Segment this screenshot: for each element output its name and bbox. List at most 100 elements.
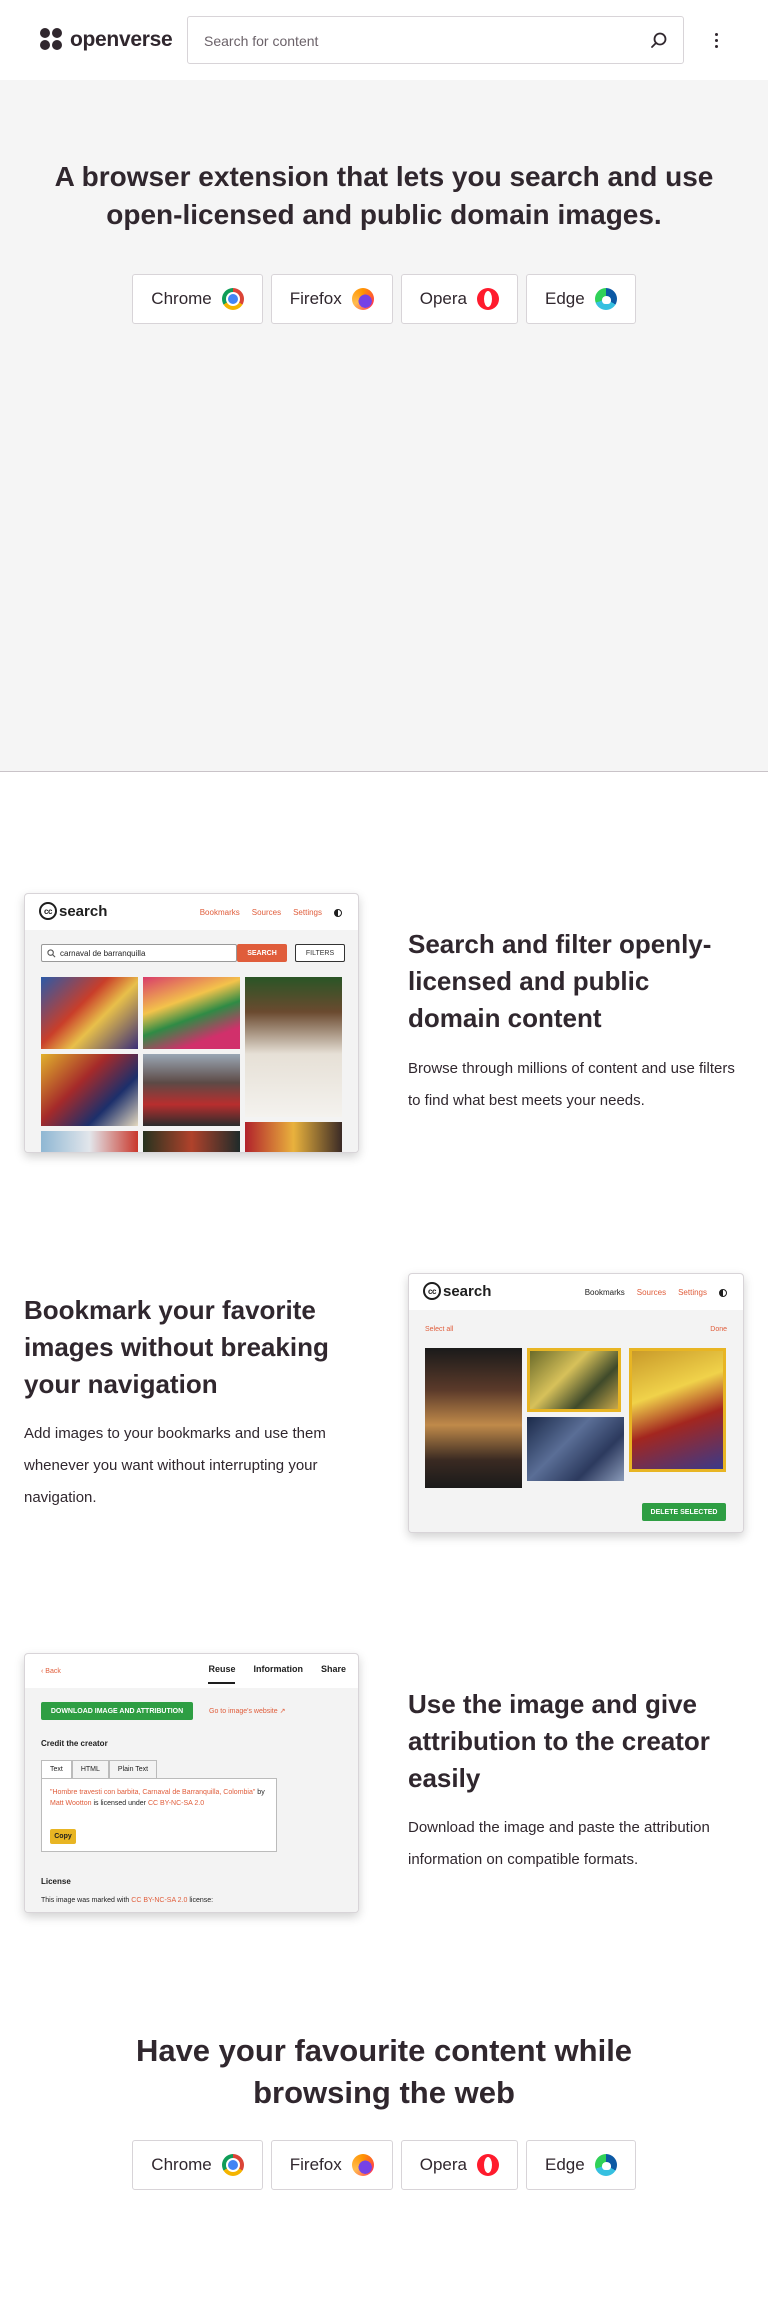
edge-label: Edge (544, 289, 585, 308)
result-image (245, 1122, 342, 1152)
chrome-button[interactable]: Chrome (132, 2140, 263, 2190)
delete-selected-button: DELETE SELECTED (642, 1503, 726, 1521)
select-all-link: Select all (425, 1326, 454, 1333)
edge-icon (594, 2154, 617, 2176)
attribution-title: "Hombre travesti con barbita, Carnaval d… (50, 1789, 256, 1796)
result-image (41, 977, 138, 1049)
bookmarked-image (527, 1417, 624, 1481)
edge-button[interactable]: Edge (525, 274, 636, 324)
hero-title: A browser extension that lets you search… (54, 161, 714, 230)
copy-button: Copy (50, 1829, 76, 1844)
search-input[interactable] (204, 31, 624, 51)
search-icon[interactable] (649, 31, 669, 51)
mini-nav: Bookmarks Sources Settings (200, 908, 342, 917)
feature-attribution-title: Use the image and give attribution to th… (408, 1689, 710, 1793)
logo-text: openverse (70, 28, 173, 51)
credit-heading: Credit the creator (41, 1739, 108, 1748)
chrome-label: Chrome (151, 2155, 212, 2174)
site-header: openverse (0, 0, 768, 80)
mini-search-button: SEARCH (237, 944, 287, 962)
result-image (41, 1131, 138, 1152)
more-menu-icon[interactable] (706, 26, 726, 54)
feature-bookmark-description: Add images to your bookmarks and use the… (24, 1425, 326, 1506)
cc-logo-text: search (443, 1282, 492, 1300)
nav-settings: Settings (293, 908, 322, 917)
format-tab-html: HTML (71, 1760, 109, 1779)
chrome-button[interactable]: Chrome (132, 274, 263, 324)
back-link: ‹ Back (41, 1668, 61, 1675)
cc-search-logo: cc search (39, 902, 107, 920)
website-link: Go to image's website ↗ (209, 1708, 286, 1715)
mini-nav: Bookmarks Sources Settings (585, 1288, 727, 1297)
firefox-label: Firefox (289, 289, 342, 308)
feature-bookmark-title: Bookmark your favorite images without br… (24, 1295, 329, 1399)
nav-sources: Sources (636, 1288, 667, 1297)
hero-section: A browser extension that lets you search… (0, 80, 768, 772)
attribution-box: "Hombre travesti con barbita, Carnaval d… (41, 1778, 277, 1852)
openverse-logo[interactable]: openverse (40, 27, 173, 53)
opera-button[interactable]: Opera (400, 2140, 518, 2190)
bookmarked-image-selected (527, 1348, 621, 1412)
firefox-label: Firefox (289, 2155, 342, 2174)
license-text-post: license: (187, 1897, 214, 1904)
feature-search-title: Search and filter openly-licensed and pu… (408, 929, 712, 1033)
result-image (245, 977, 342, 1117)
search-bar (187, 16, 684, 64)
firefox-button[interactable]: Firefox (270, 274, 393, 324)
format-tab-plain: Plain Text (108, 1760, 158, 1779)
tab-share: Share (320, 1664, 346, 1674)
openverse-logo-icon (40, 28, 64, 52)
mini-search-field: carnaval de barranquilla (41, 944, 237, 962)
opera-label: Opera (419, 2155, 467, 2174)
bookmarks-screenshot: cc search Bookmarks Sources Settings Sele… (408, 1273, 744, 1533)
attribution-author: Matt Wootton (50, 1800, 92, 1807)
format-tabs: Text HTML Plain Text (41, 1760, 158, 1779)
chrome-icon (221, 288, 244, 310)
cta-browser-buttons: Chrome Firefox Opera Edge (0, 2140, 768, 2190)
license-text: This image was marked with CC BY-NC-SA 2… (41, 1897, 213, 1904)
result-image (143, 1054, 240, 1126)
contrast-icon (719, 1288, 727, 1297)
chrome-label: Chrome (151, 289, 212, 308)
mini-filters-button: FILTERS (295, 944, 345, 962)
opera-label: Opera (419, 289, 467, 308)
cc-logo-text: search (59, 902, 108, 920)
chrome-icon (221, 2154, 244, 2176)
opera-button[interactable]: Opera (400, 274, 518, 324)
nav-bookmarks: Bookmarks (199, 908, 240, 917)
nav-bookmarks: Bookmarks (584, 1288, 625, 1297)
mini-query: carnaval de barranquilla (60, 949, 146, 958)
opera-icon (476, 288, 499, 310)
attribution-screenshot: ‹ Back Reuse Information Share DOWNLOAD … (24, 1653, 359, 1913)
edge-icon (594, 288, 617, 310)
tab-information: Information (253, 1664, 303, 1674)
license-text-pre: This image was marked with (41, 1897, 132, 1904)
nav-settings: Settings (678, 1288, 707, 1297)
cc-icon: cc (39, 902, 57, 920)
result-image (143, 977, 240, 1049)
feature-search-description: Browse through millions of content and u… (408, 1060, 735, 1109)
bookmarked-image (425, 1348, 522, 1488)
feature-attribution-description: Download the image and paste the attribu… (408, 1819, 710, 1868)
firefox-icon (351, 288, 374, 310)
result-image (41, 1054, 138, 1126)
bookmarked-image-selected (629, 1348, 726, 1472)
attribution-licensed: is licensed under (91, 1800, 148, 1807)
license-name: CC BY-NC-SA 2.0 (131, 1897, 188, 1904)
edge-button[interactable]: Edge (525, 2140, 636, 2190)
detail-tabs: Reuse Information Share (208, 1664, 346, 1684)
firefox-icon (351, 2154, 374, 2176)
license-heading: License (41, 1877, 71, 1886)
contrast-icon (334, 908, 342, 917)
website-link-label: Go to image's website (209, 1708, 278, 1715)
cc-search-logo: cc search (423, 1282, 491, 1300)
format-tab-text: Text (41, 1760, 72, 1779)
tab-reuse: Reuse (208, 1664, 236, 1684)
attribution-by: by (255, 1789, 265, 1796)
firefox-button[interactable]: Firefox (270, 2140, 393, 2190)
nav-sources: Sources (251, 908, 282, 917)
mini-search-icon (47, 949, 56, 958)
opera-icon (476, 2154, 499, 2176)
result-image (143, 1131, 240, 1152)
back-label: Back (45, 1668, 61, 1675)
